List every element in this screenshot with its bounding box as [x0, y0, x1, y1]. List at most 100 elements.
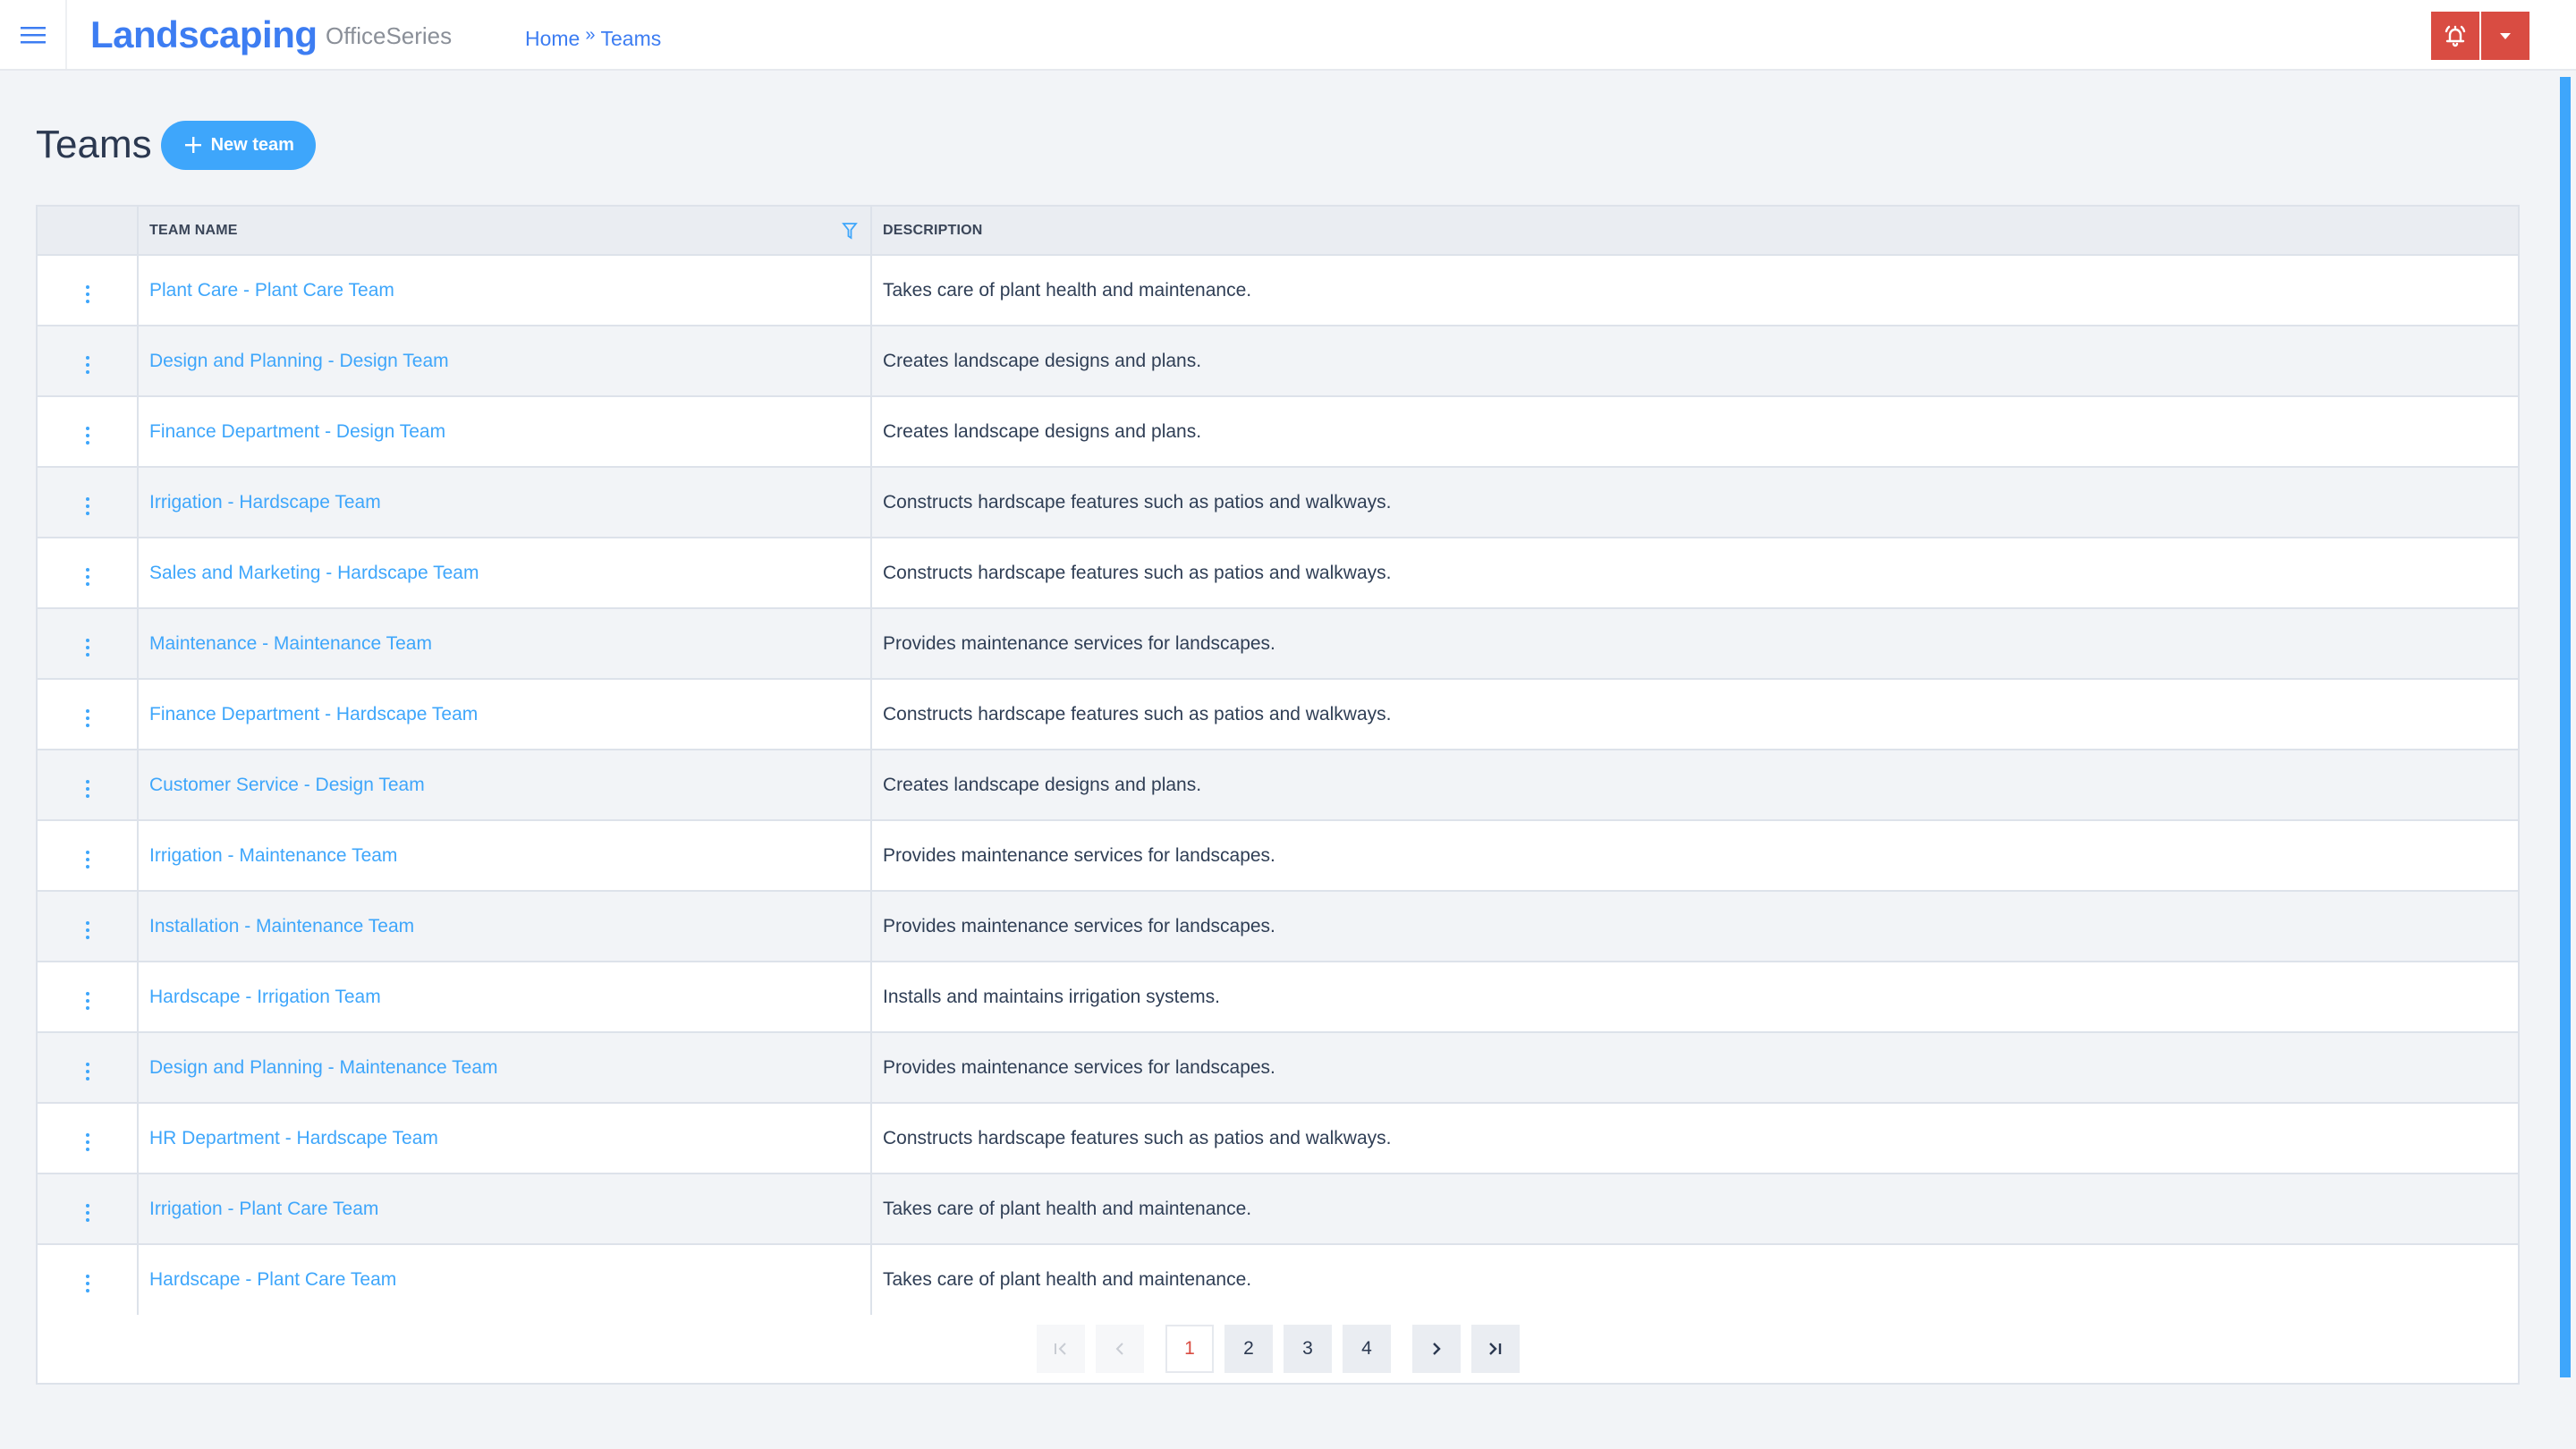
team-description: Provides maintenance services for landsc…	[883, 632, 1275, 654]
row-actions-cell	[38, 1103, 139, 1174]
user-menu-dropdown[interactable]	[2481, 12, 2529, 60]
kebab-dot	[85, 292, 89, 296]
notifications-button[interactable]	[2431, 12, 2479, 60]
kebab-dot	[85, 1140, 89, 1144]
team-name-link[interactable]: Installation - Maintenance Team	[149, 916, 414, 936]
row-actions-cell	[38, 538, 139, 608]
team-name-link[interactable]: Hardscape - Irrigation Team	[149, 987, 381, 1007]
team-description: Takes care of plant health and maintenan…	[883, 1269, 1252, 1290]
top-bar: Landscaping OfficeSeries Home » Teams	[0, 0, 2576, 71]
hamburger-menu-icon	[20, 26, 46, 43]
team-name-link[interactable]: Design and Planning - Design Team	[149, 351, 449, 371]
kebab-dot	[85, 991, 89, 996]
breadcrumb-separator: »	[585, 25, 596, 45]
kebab-dot	[85, 1005, 89, 1010]
kebab-dot	[85, 362, 89, 367]
kebab-dot	[85, 496, 89, 501]
more-options-icon[interactable]	[77, 563, 98, 591]
team-name-link[interactable]: Customer Service - Design Team	[149, 775, 425, 795]
kebab-dot	[85, 1132, 89, 1137]
team-name-link[interactable]: Finance Department - Hardscape Team	[149, 704, 478, 724]
team-description: Constructs hardscape features such as pa…	[883, 703, 1392, 724]
breadcrumb-home[interactable]: Home	[525, 24, 580, 53]
kebab-dot	[85, 850, 89, 854]
more-options-icon[interactable]	[77, 1128, 98, 1157]
more-options-icon[interactable]	[77, 704, 98, 733]
prev-page-button[interactable]	[1096, 1325, 1144, 1373]
page-4-button[interactable]: 4	[1343, 1325, 1391, 1373]
more-options-icon[interactable]	[77, 1199, 98, 1227]
team-name-link[interactable]: HR Department - Hardscape Team	[149, 1128, 438, 1148]
more-options-icon[interactable]	[77, 492, 98, 521]
kebab-dot	[85, 1217, 89, 1222]
row-actions-cell	[38, 255, 139, 326]
kebab-dot	[85, 928, 89, 932]
chevron-right-icon	[1433, 1343, 1441, 1355]
team-name-cell: Finance Department - Design Team	[138, 396, 872, 467]
team-name-cell: Hardscape - Plant Care Team	[138, 1244, 872, 1315]
team-name-cell: Sales and Marketing - Hardscape Team	[138, 538, 872, 608]
table-header-row: TEAM NAME DESCRIPTION	[38, 207, 2518, 255]
kebab-dot	[85, 793, 89, 798]
team-description: Constructs hardscape features such as pa…	[883, 491, 1392, 513]
team-description: Creates landscape designs and plans.	[883, 350, 1202, 371]
more-options-icon[interactable]	[77, 1269, 98, 1298]
kebab-dot	[85, 511, 89, 515]
breadcrumb-teams[interactable]: Teams	[600, 24, 661, 53]
menu-button[interactable]	[0, 0, 67, 69]
kebab-dot	[85, 1282, 89, 1285]
kebab-dot	[85, 284, 89, 289]
more-options-icon[interactable]	[77, 351, 98, 379]
page-1-button[interactable]: 1	[1165, 1325, 1214, 1373]
team-name-link[interactable]: Plant Care - Plant Care Team	[149, 280, 394, 301]
row-actions-cell	[38, 891, 139, 962]
team-name-link[interactable]: Design and Planning - Maintenance Team	[149, 1057, 498, 1078]
more-options-icon[interactable]	[77, 1057, 98, 1086]
table-body: Plant Care - Plant Care Team Takes care o…	[38, 255, 2518, 1315]
team-name-link[interactable]: Hardscape - Plant Care Team	[149, 1269, 396, 1290]
filter-funnel-icon[interactable]	[842, 221, 858, 241]
column-header-team-name[interactable]: TEAM NAME	[138, 207, 872, 255]
more-options-icon[interactable]	[77, 987, 98, 1015]
more-options-icon[interactable]	[77, 633, 98, 662]
team-name-cell: Irrigation - Plant Care Team	[138, 1174, 872, 1244]
row-actions-cell	[38, 679, 139, 750]
new-team-label: New team	[210, 134, 294, 155]
more-options-icon[interactable]	[77, 280, 98, 309]
more-options-icon[interactable]	[77, 845, 98, 874]
table-row: Irrigation - Plant Care Team Takes care o…	[38, 1174, 2518, 1244]
team-name-link[interactable]: Irrigation - Hardscape Team	[149, 492, 381, 513]
team-name-link[interactable]: Maintenance - Maintenance Team	[149, 633, 432, 654]
team-description: Takes care of plant health and maintenan…	[883, 1198, 1252, 1219]
more-options-icon[interactable]	[77, 916, 98, 945]
page-scrollbar[interactable]	[2560, 77, 2571, 1377]
page-3-button[interactable]: 3	[1284, 1325, 1332, 1373]
team-name-link[interactable]: Irrigation - Maintenance Team	[149, 845, 397, 866]
more-options-icon[interactable]	[77, 775, 98, 803]
kebab-dot	[85, 864, 89, 869]
team-description: Constructs hardscape features such as pa…	[883, 562, 1392, 583]
team-name-cell: Irrigation - Hardscape Team	[138, 467, 872, 538]
table-row: Finance Department - Hardscape Team Const…	[38, 679, 2518, 750]
app-brand[interactable]: Landscaping	[90, 9, 318, 61]
row-actions-cell	[38, 1174, 139, 1244]
row-actions-cell	[38, 326, 139, 396]
last-page-button[interactable]	[1471, 1325, 1520, 1373]
team-name-link[interactable]: Irrigation - Plant Care Team	[149, 1199, 378, 1219]
first-page-button[interactable]	[1037, 1325, 1085, 1373]
team-name-link[interactable]: Finance Department - Design Team	[149, 421, 445, 442]
page-2-button[interactable]: 2	[1224, 1325, 1273, 1373]
team-name-cell: Finance Department - Hardscape Team	[138, 679, 872, 750]
table-row: Sales and Marketing - Hardscape Team Cons…	[38, 538, 2518, 608]
team-name-cell: Hardscape - Irrigation Team	[138, 962, 872, 1032]
new-team-button[interactable]: New team	[160, 120, 316, 170]
kebab-dot	[85, 857, 89, 861]
page-header: Teams New team	[36, 118, 316, 172]
team-name-cell: Plant Care - Plant Care Team	[138, 255, 872, 326]
kebab-dot	[85, 574, 89, 579]
next-page-button[interactable]	[1412, 1325, 1461, 1373]
kebab-dot	[85, 1147, 89, 1151]
more-options-icon[interactable]	[77, 421, 98, 450]
team-name-link[interactable]: Sales and Marketing - Hardscape Team	[149, 563, 479, 583]
kebab-dot	[85, 355, 89, 360]
